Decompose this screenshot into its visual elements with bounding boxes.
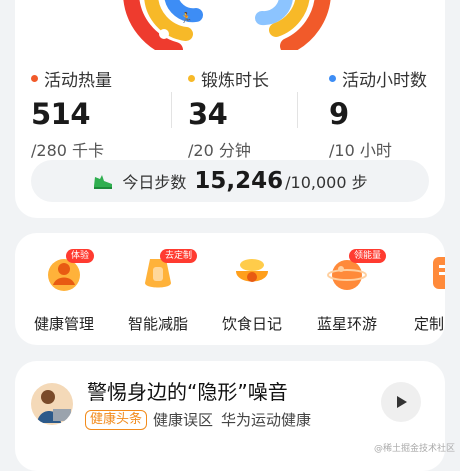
app-label: 饮食日记 — [221, 315, 282, 333]
news-meta: 健康头条 健康误区 华为运动健康 — [85, 409, 311, 430]
steps-goal: /10,000 步 — [285, 173, 368, 192]
app-badge: 领能量 — [349, 249, 387, 263]
divider — [171, 92, 172, 128]
steps-label: 今日步数 — [122, 173, 187, 192]
metric-value: 514 — [31, 97, 91, 131]
app-label: 健康管理 — [33, 315, 94, 333]
metric-value: 34 — [188, 97, 228, 131]
app-smart-fat-loss[interactable]: 去定制 智能减脂 — [113, 249, 203, 334]
activity-rings-chart: 🏃 — [123, 0, 331, 50]
metric-active-calories: 活动热量 514 /280 千卡 — [31, 66, 161, 161]
custom-plan-icon — [433, 257, 445, 289]
app-label: 蓝星环游 — [316, 315, 377, 333]
app-badge: 去定制 — [160, 249, 198, 263]
news-tag: 健康头条 — [85, 409, 148, 430]
shoe-icon — [94, 175, 113, 189]
apps-card: 体验 健康管理 去定制 智能减脂 饮食日记 领能量 蓝星环游 定制 — [15, 233, 445, 345]
app-label: 智能减脂 — [127, 315, 188, 333]
play-button[interactable] — [381, 382, 421, 422]
play-icon — [397, 396, 407, 408]
dot-icon — [329, 75, 336, 82]
metric-exercise-time: 锻炼时长 34 /20 分钟 — [188, 66, 318, 161]
news-card[interactable]: 警惕身边的“隐形”噪音 健康头条 健康误区 华为运动健康 — [15, 361, 445, 471]
metric-goal: /280 千卡 — [31, 141, 105, 160]
app-custom-plan[interactable]: 定制 — [396, 253, 445, 334]
metric-goal: /10 小时 — [329, 141, 392, 160]
left-rings: 🏃 — [123, 0, 203, 50]
news-source: 华为运动健康 — [221, 411, 312, 429]
metric-active-hours: 活动小时数 9 /10 小时 — [329, 66, 459, 161]
steps-summary[interactable]: 今日步数 15,246 /10,000 步 — [31, 160, 429, 202]
news-category: 健康误区 — [153, 411, 214, 429]
divider — [297, 92, 298, 128]
dot-icon — [188, 75, 195, 82]
app-health-management[interactable]: 体验 健康管理 — [19, 249, 109, 334]
steps-value: 15,246 — [194, 168, 284, 194]
metric-goal: /20 分钟 — [188, 141, 251, 160]
app-badge: 体验 — [66, 249, 95, 263]
diet-diary-icon — [236, 259, 268, 282]
app-label: 定制 — [414, 315, 445, 333]
right-rings — [255, 0, 331, 50]
person-laptop-icon — [37, 390, 71, 423]
dot-icon — [31, 75, 38, 82]
news-thumbnail — [31, 383, 73, 425]
svg-text:🏃: 🏃 — [180, 11, 192, 24]
metric-label: 锻炼时长 — [201, 71, 269, 91]
metric-label: 活动热量 — [44, 71, 112, 91]
news-title: 警惕身边的“隐形”噪音 — [87, 380, 288, 404]
watermark: @稀土掘金技术社区 — [373, 444, 455, 454]
metric-value: 9 — [329, 97, 349, 131]
app-diet-diary[interactable]: 饮食日记 — [207, 253, 297, 334]
metric-label: 活动小时数 — [342, 71, 427, 91]
app-blue-planet-travel[interactable]: 领能量 蓝星环游 — [302, 249, 392, 334]
